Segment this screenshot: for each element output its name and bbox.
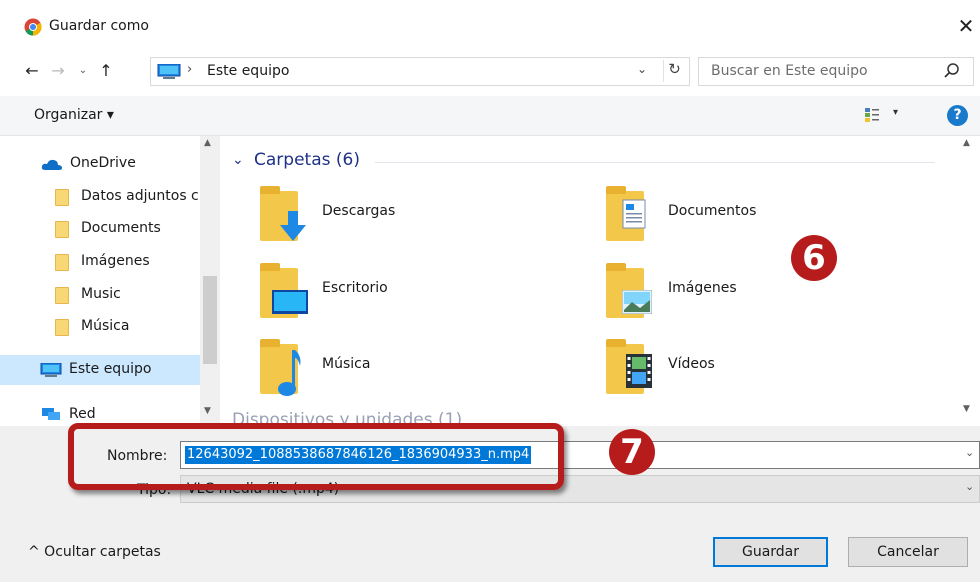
cancel-button[interactable]: Cancelar: [848, 537, 968, 567]
folder-name: Vídeos: [668, 356, 715, 372]
computer-icon: [157, 64, 181, 79]
scrollbar-thumb[interactable]: [203, 276, 217, 364]
sidebar-item-music[interactable]: Music: [0, 280, 200, 310]
group-header[interactable]: Carpetas (6): [254, 150, 360, 170]
organize-button[interactable]: Organizar ▾: [34, 107, 114, 123]
back-button[interactable]: ←: [22, 60, 42, 82]
document-icon: [622, 199, 646, 229]
folder-item-musica[interactable]: Música: [220, 339, 540, 414]
sidebar-item-label: Música: [81, 318, 130, 334]
sidebar-item-label: OneDrive: [70, 155, 136, 171]
save-button[interactable]: Guardar: [713, 537, 828, 567]
group-collapse-icon[interactable]: ⌄: [232, 152, 244, 168]
folder-icon: [55, 287, 69, 304]
title-bar: Guardar como ✕: [0, 0, 980, 52]
scroll-down-icon[interactable]: ▼: [204, 406, 211, 416]
window-title: Guardar como: [49, 18, 149, 34]
download-arrow-icon: [280, 211, 306, 241]
command-bar: Organizar ▾ ▾ ?: [0, 96, 980, 136]
address-dropdown-icon[interactable]: ⌄: [637, 62, 647, 76]
search-icon[interactable]: [943, 62, 961, 80]
folder-icon: [55, 221, 69, 238]
search-input[interactable]: Buscar en Este equipo: [711, 63, 868, 79]
file-list: ⌄ Carpetas (6) Descargas Documentos Escr…: [220, 136, 980, 426]
sidebar-scrollbar[interactable]: ▲ ▼: [200, 136, 220, 426]
sidebar-item-onedrive[interactable]: OneDrive: [0, 149, 200, 179]
breadcrumb-location[interactable]: Este equipo: [207, 63, 289, 79]
content-scrollbar[interactable]: ▲ ▼: [958, 136, 980, 426]
picture-icon: [622, 290, 652, 314]
search-box[interactable]: Buscar en Este equipo: [698, 57, 974, 86]
sidebar-item-label: Imágenes: [81, 253, 150, 269]
help-icon[interactable]: ?: [947, 105, 968, 126]
folder-name: Imágenes: [668, 280, 737, 296]
cloud-icon: [41, 159, 62, 170]
network-icon: [42, 408, 60, 420]
annotation-step-6: 6: [791, 235, 837, 281]
view-dropdown-icon[interactable]: ▾: [893, 107, 898, 118]
folder-name: Descargas: [322, 203, 396, 219]
view-options-icon[interactable]: [864, 107, 880, 123]
navigation-pane: OneDrive Datos adjuntos c Documents Imág…: [0, 136, 220, 426]
sidebar-item-label: Documents: [81, 220, 161, 236]
annotation-highlight-box: [68, 423, 564, 490]
up-button[interactable]: ↑: [96, 60, 116, 82]
sidebar-item-label: Datos adjuntos c: [81, 188, 199, 204]
computer-icon: [40, 363, 62, 377]
group-divider: [375, 162, 935, 163]
sidebar-item-label: Music: [81, 286, 121, 302]
sidebar-item-documents[interactable]: Documents: [0, 214, 200, 244]
folder-item-escritorio[interactable]: Escritorio: [220, 263, 540, 338]
folder-icon: [55, 189, 69, 206]
folder-icon: [55, 254, 69, 271]
sidebar-item-label: Red: [69, 406, 96, 422]
folder-item-documentos[interactable]: Documentos: [566, 186, 886, 261]
close-button[interactable]: ✕: [952, 13, 980, 41]
folder-name: Documentos: [668, 203, 757, 219]
breadcrumb-separator: ›: [187, 62, 193, 77]
music-note-icon: [278, 350, 301, 396]
scroll-down-icon[interactable]: ▼: [963, 404, 970, 414]
folder-item-videos[interactable]: Vídeos: [566, 339, 886, 414]
folder-item-descargas[interactable]: Descargas: [220, 186, 540, 261]
sidebar-item-musica[interactable]: Música: [0, 312, 200, 342]
navigation-bar: ← → ⌄ ↑ › Este equipo ⌄ ↻ Buscar en Este…: [0, 52, 980, 90]
sidebar-item-datos-adjuntos[interactable]: Datos adjuntos c: [0, 182, 200, 212]
address-bar[interactable]: › Este equipo ⌄ ↻: [150, 57, 690, 86]
folder-name: Música: [322, 356, 371, 372]
film-strip-icon: [626, 354, 652, 388]
sidebar-item-este-equipo[interactable]: Este equipo: [0, 355, 200, 385]
filename-dropdown-icon[interactable]: ⌄: [965, 446, 974, 459]
sidebar-item-label: Este equipo: [69, 361, 152, 377]
annotation-step-7: 7: [609, 429, 655, 475]
recent-locations-button[interactable]: ⌄: [73, 60, 93, 82]
filetype-dropdown-icon[interactable]: ⌄: [965, 480, 974, 493]
forward-button[interactable]: →: [48, 60, 68, 82]
desktop-screen-icon: [272, 290, 308, 314]
scroll-up-icon[interactable]: ▲: [963, 138, 970, 148]
folder-name: Escritorio: [322, 280, 388, 296]
sidebar-item-imagenes[interactable]: Imágenes: [0, 247, 200, 277]
refresh-button[interactable]: ↻: [663, 60, 685, 82]
folder-item-imagenes[interactable]: Imágenes: [566, 263, 886, 338]
folder-icon: [55, 319, 69, 336]
hide-folders-button[interactable]: ^ Ocultar carpetas: [28, 544, 161, 560]
scroll-up-icon[interactable]: ▲: [204, 138, 211, 148]
chrome-icon: [24, 18, 42, 36]
